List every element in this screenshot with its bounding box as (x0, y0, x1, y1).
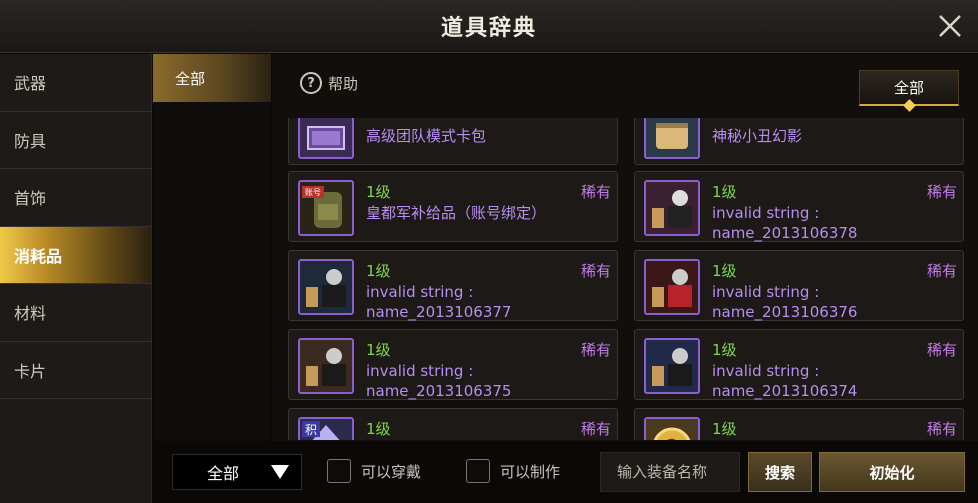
item-rarity: 稀有 (580, 262, 611, 280)
icon-badge-text: 积 (305, 423, 317, 437)
help-label: 帮助 (328, 74, 359, 93)
checkbox-box[interactable] (466, 459, 490, 483)
window-title: 道具辞典 (440, 16, 537, 41)
item-card[interactable]: 积 1级 稀有 (288, 408, 618, 440)
item-name: invalid string : name_2013106375 (366, 362, 512, 400)
wearable-checkbox[interactable]: 可以穿戴 (327, 459, 421, 483)
sidebar-item-label: 防具 (14, 131, 47, 151)
sidebar-item-consumable[interactable]: 消耗品 (0, 226, 151, 284)
item-grid[interactable]: 高级团队模式卡包 神秘小丑幻影 账号 1级 稀有 皇都军补给品（账号绑定） 1级… (288, 118, 964, 440)
item-card[interactable]: 神秘小丑幻影 (634, 118, 964, 165)
item-name: 皇都军补给品（账号绑定） (366, 204, 547, 222)
sidebar-item-label: 消耗品 (14, 246, 63, 266)
item-level: 1级 (712, 420, 737, 438)
category-select-value: 全部 (207, 464, 240, 483)
item-card[interactable]: ? 1级 稀有 (634, 408, 964, 440)
help-icon: ? (300, 72, 322, 94)
scroll-icon (644, 118, 700, 159)
item-rarity: 稀有 (926, 420, 957, 438)
sidebar-item-card[interactable]: 卡片 (0, 342, 151, 399)
item-card[interactable]: 1级 稀有 invalid string : name_2013106375 (288, 329, 618, 400)
item-name: invalid string : name_2013106376 (712, 283, 858, 321)
crystal-icon: 积 (298, 417, 354, 440)
item-card[interactable]: 1级 稀有 invalid string : name_2013106377 (288, 250, 618, 321)
item-level: 1级 (712, 341, 737, 359)
item-rarity: 稀有 (926, 183, 957, 201)
card-pack-icon (298, 118, 354, 159)
checkbox-box[interactable] (327, 459, 351, 483)
item-rarity: 稀有 (580, 420, 611, 438)
reset-button[interactable]: 初始化 (819, 452, 965, 492)
category-sidebar: 武器 防具 首饰 消耗品 材料 卡片 (0, 54, 152, 503)
gift-box-icon (644, 180, 700, 236)
diamond-icon (903, 99, 916, 112)
sidebar-item-armor[interactable]: 防具 (0, 112, 151, 169)
sidebar-item-label: 材料 (14, 304, 47, 324)
item-card[interactable]: 高级团队模式卡包 (288, 118, 618, 165)
category-select[interactable]: 全部 (172, 454, 302, 490)
wearable-checkbox-label: 可以穿戴 (361, 462, 422, 481)
item-rarity: 稀有 (580, 183, 611, 201)
icon-badge-text: 账号 (305, 188, 321, 197)
supply-bag-icon: 账号 (298, 180, 354, 236)
item-rarity: 稀有 (926, 262, 957, 280)
subtab-all[interactable]: 全部 (153, 54, 271, 102)
sidebar-item-accessory[interactable]: 首饰 (0, 169, 151, 227)
craftable-checkbox-label: 可以制作 (500, 462, 561, 481)
gift-box-icon (644, 259, 700, 315)
icon-badge-text: ? (666, 435, 678, 440)
rarity-filter-button[interactable]: 全部 (859, 70, 959, 112)
sidebar-item-weapon[interactable]: 武器 (0, 54, 151, 112)
item-level: 1级 (712, 183, 737, 201)
item-level: 1级 (366, 420, 391, 438)
sidebar-item-label: 卡片 (14, 361, 47, 381)
sidebar-item-label: 首饰 (14, 189, 47, 209)
sidebar-item-material[interactable]: 材料 (0, 284, 151, 342)
bottom-filter-bar: 全部 可以穿戴 可以制作 搜索 初始化 (153, 441, 978, 503)
item-name: invalid string : name_2013106377 (366, 283, 512, 321)
item-rarity: 稀有 (580, 341, 611, 359)
item-name: invalid string : name_2013106378 (712, 204, 858, 242)
search-button[interactable]: 搜索 (748, 452, 812, 492)
item-name: 神秘小丑幻影 (712, 127, 803, 145)
gift-box-icon (644, 338, 700, 394)
subcategory-column: 全部 (153, 54, 271, 503)
gift-box-icon (298, 338, 354, 394)
item-rarity: 稀有 (926, 341, 957, 359)
help-button[interactable]: ? 帮助 (300, 72, 358, 94)
rarity-filter-label: 全部 (893, 79, 924, 97)
item-level: 1级 (366, 183, 391, 201)
item-card[interactable]: 1级 稀有 invalid string : name_2013106376 (634, 250, 964, 321)
close-icon[interactable] (936, 12, 964, 40)
item-level: 1级 (366, 341, 391, 359)
mystery-coin-icon: ? (644, 417, 700, 440)
title-bar: 道具辞典 (0, 0, 978, 53)
item-list-panel: ? 帮助 全部 高级团队模式卡包 神秘小丑幻影 账号 1级 稀有 皇都军补给品（… (272, 54, 978, 503)
item-card[interactable]: 1级 稀有 invalid string : name_2013106374 (634, 329, 964, 400)
sidebar-item-label: 武器 (14, 74, 47, 94)
triangle-down-icon (271, 465, 289, 479)
craftable-checkbox[interactable]: 可以制作 (466, 459, 560, 483)
item-name: 高级团队模式卡包 (366, 127, 487, 145)
gift-box-icon (298, 259, 354, 315)
item-card[interactable]: 账号 1级 稀有 皇都军补给品（账号绑定） (288, 171, 618, 242)
item-name: invalid string : name_2013106374 (712, 362, 858, 400)
item-level: 1级 (366, 262, 391, 280)
item-level: 1级 (712, 262, 737, 280)
item-name-search-input[interactable] (600, 452, 740, 492)
item-card[interactable]: 1级 稀有 invalid string : name_2013106378 (634, 171, 964, 242)
